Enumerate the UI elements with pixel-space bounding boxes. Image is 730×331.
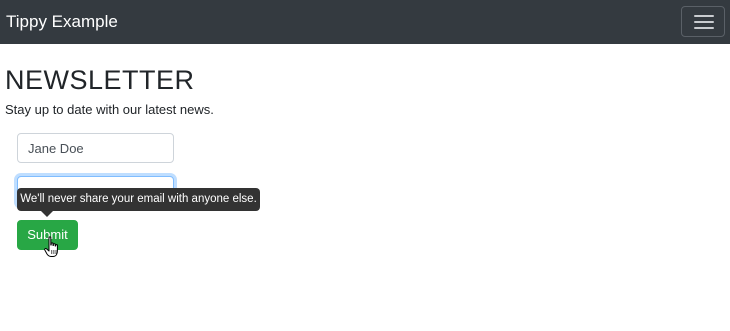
hand-pointer-icon (44, 236, 58, 257)
page-subtitle: Stay up to date with our latest news. (5, 102, 214, 117)
navbar-brand[interactable]: Tippy Example (6, 12, 118, 32)
page-title: NEWSLETTER (5, 65, 195, 95)
navbar-toggle-button[interactable] (681, 6, 725, 37)
navbar: Tippy Example (0, 0, 730, 44)
tooltip-arrow (41, 211, 53, 217)
name-input[interactable] (17, 133, 174, 163)
email-help-tooltip: We'll never share your email with anyone… (17, 188, 260, 211)
